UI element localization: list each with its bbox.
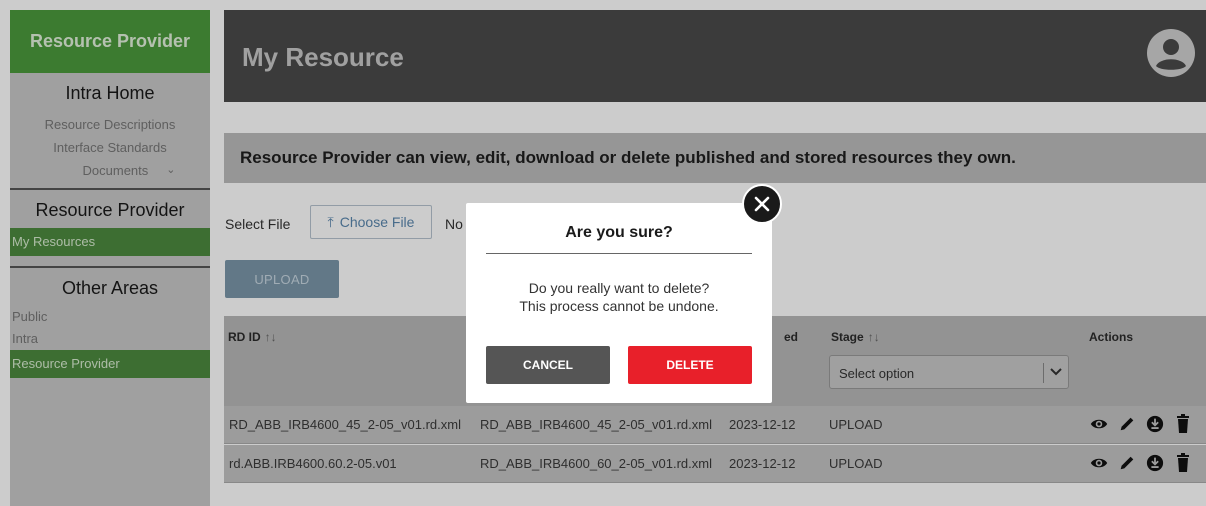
dialog-message-line-2: This process cannot be undone. [519,298,719,314]
dialog-divider [486,253,752,254]
cancel-button[interactable]: CANCEL [486,346,610,384]
close-icon[interactable] [742,184,782,224]
confirm-delete-dialog: Are you sure? Do you really want to dele… [466,203,772,403]
delete-button[interactable]: DELETE [628,346,752,384]
dialog-message: Do you really want to delete? This proce… [466,279,772,315]
dialog-message-line-1: Do you really want to delete? [528,280,710,296]
dialog-title: Are you sure? [565,224,673,241]
